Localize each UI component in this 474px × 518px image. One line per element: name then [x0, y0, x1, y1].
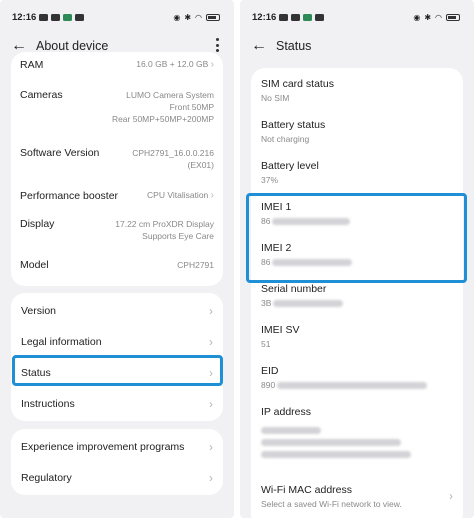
- alarm-icon: ◉: [173, 12, 181, 22]
- notification-icon: [291, 13, 301, 21]
- spec-value: 17.22 cm ProXDR Display Supports Eye Car…: [115, 219, 214, 241]
- redacted-value: [273, 300, 344, 308]
- alarm-icon: ◉: [413, 12, 421, 22]
- status-item-eid[interactable]: EID 890: [251, 357, 463, 398]
- redacted-value: [261, 427, 321, 434]
- status-item-wifi-mac-address[interactable]: Wi-Fi MAC address Select a saved Wi-Fi n…: [251, 476, 463, 517]
- chevron-right-icon: ›: [209, 365, 213, 380]
- spec-label: Display: [20, 218, 55, 230]
- status-bar: 12:16 ◉ ✱ ◠: [240, 0, 474, 34]
- status-bar: 12:16 ◉ ✱ ◠: [0, 0, 234, 34]
- notification-icon: [303, 13, 313, 21]
- chevron-right-icon: ›: [209, 334, 213, 349]
- kebab-menu-icon[interactable]: [214, 38, 220, 52]
- nav-item-experience-improvement-programs[interactable]: Experience improvement programs ›: [11, 431, 223, 462]
- status-app-bar: ← Status: [240, 34, 474, 58]
- spec-value: LUMO Camera System Front 50MP Rear 50MP+…: [111, 90, 214, 124]
- page-title: Status: [276, 39, 312, 53]
- nav-item-instructions[interactable]: Instructions ›: [11, 388, 223, 419]
- spec-label: Model: [20, 259, 49, 271]
- status-item-sim-card-status: SIM card status No SIM: [261, 78, 334, 103]
- nav-item-legal-information[interactable]: Legal information ›: [11, 326, 223, 357]
- status-item-battery-status: Battery status Not charging: [261, 119, 326, 144]
- spec-label: Cameras: [20, 89, 63, 101]
- spec-label: Performance booster: [20, 189, 119, 202]
- nav-item-version[interactable]: Version ›: [11, 295, 223, 326]
- spec-label: Software Version: [20, 147, 100, 159]
- status-item-battery-level: Battery level 37%: [261, 160, 319, 185]
- notification-icon: [315, 13, 325, 21]
- status-time: 12:16: [12, 11, 37, 23]
- nav-item-status[interactable]: Status ›: [11, 357, 223, 388]
- chevron-right-icon: ›: [209, 439, 213, 454]
- bluetooth-icon: ✱: [424, 12, 432, 22]
- chevron-right-icon: ›: [209, 396, 213, 411]
- notification-icon: [63, 13, 73, 21]
- status-item-imei-1[interactable]: IMEI 1 86: [251, 193, 463, 234]
- specs-card: RAM 16.0 GB + 12.0 GB › Cameras LUMO Cam…: [11, 52, 223, 286]
- spec-value: CPH2791: [177, 260, 214, 270]
- back-arrow-icon[interactable]: ←: [250, 37, 268, 55]
- chevron-right-icon: ›: [449, 489, 453, 503]
- about-device-screen: 12:16 ◉ ✱ ◠ ← About device RAM 16.0 GB +…: [0, 0, 234, 518]
- status-item-ip-address[interactable]: IP address: [251, 398, 463, 476]
- notification-icon: [75, 13, 85, 21]
- notification-icon: [279, 13, 289, 21]
- spec-row-display: Display 17.22 cm ProXDR Display Supports…: [11, 218, 223, 242]
- redacted-value: [261, 451, 411, 458]
- spec-row-cameras: Cameras LUMO Camera System Front 50MP Re…: [11, 89, 223, 125]
- redacted-value: [277, 382, 428, 390]
- chevron-right-icon: ›: [210, 190, 214, 201]
- status-item-imei-2[interactable]: IMEI 2 86: [251, 234, 463, 275]
- nav-card-2: Experience improvement programs › Regula…: [11, 429, 223, 495]
- spec-label: RAM: [20, 58, 44, 71]
- redacted-value: [261, 439, 401, 446]
- chevron-right-icon: ›: [210, 59, 214, 70]
- chevron-right-icon: ›: [209, 303, 213, 318]
- status-time: 12:16: [252, 11, 277, 23]
- wifi-icon: ◠: [195, 12, 202, 22]
- status-screen: 12:16 ◉ ✱ ◠ ← Status SIM card status No …: [240, 0, 474, 518]
- spec-row-ram[interactable]: RAM 16.0 GB + 12.0 GB ›: [11, 58, 223, 71]
- page-title: About device: [36, 39, 109, 53]
- spec-row-software-version: Software Version CPH2791_16.0.0.216 (EX0…: [11, 147, 223, 171]
- redacted-value: [272, 218, 351, 226]
- spec-row-model: Model CPH2791: [11, 259, 223, 271]
- notification-icon: [39, 13, 49, 21]
- battery-icon: [446, 13, 460, 21]
- nav-card-1: Version › Legal information › Status › I…: [11, 293, 223, 421]
- spec-value: CPU Vitalisation ›: [147, 190, 214, 201]
- status-item-imei-sv: IMEI SV 51: [261, 324, 300, 349]
- redacted-value: [272, 259, 353, 267]
- spec-row-performance-booster[interactable]: Performance booster CPU Vitalisation ›: [11, 189, 223, 202]
- chevron-right-icon: ›: [209, 470, 213, 485]
- bluetooth-icon: ✱: [184, 12, 192, 22]
- battery-icon: [206, 13, 220, 21]
- notification-icon: [51, 13, 61, 21]
- status-item-serial-number[interactable]: Serial number 3B: [251, 275, 463, 316]
- spec-value: CPH2791_16.0.0.216 (EX01): [132, 148, 214, 170]
- spec-value: 16.0 GB + 12.0 GB ›: [136, 59, 214, 70]
- nav-item-regulatory[interactable]: Regulatory ›: [11, 462, 223, 493]
- wifi-icon: ◠: [435, 12, 442, 22]
- status-card: SIM card status No SIM Battery status No…: [251, 68, 463, 518]
